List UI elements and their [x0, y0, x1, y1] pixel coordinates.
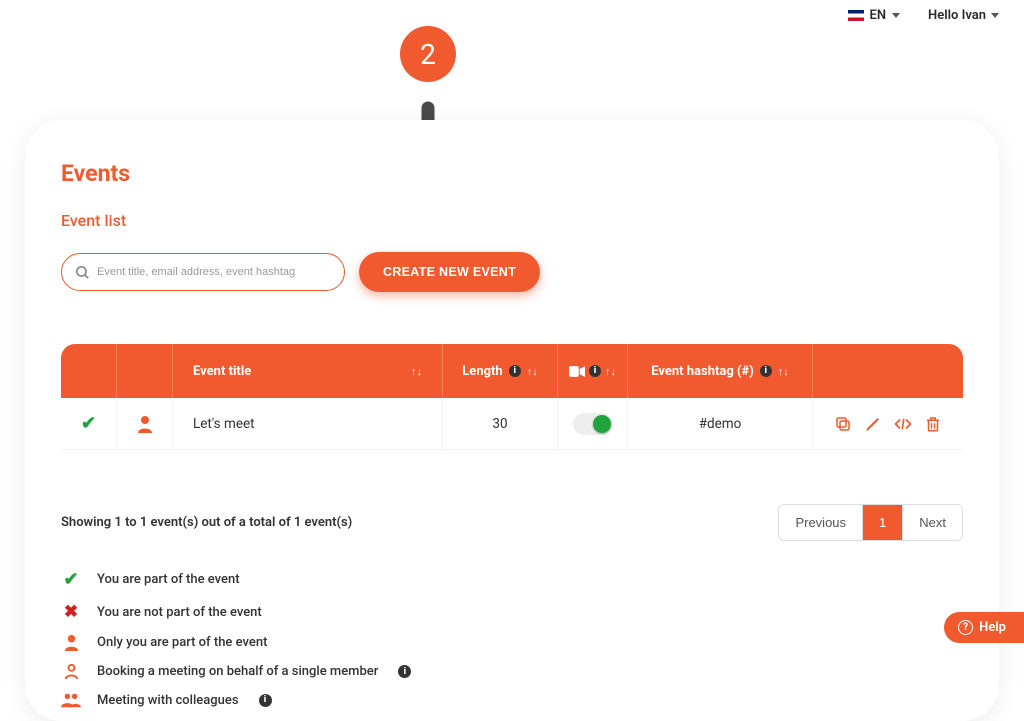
chevron-down-icon: [991, 13, 999, 18]
legend-behalf-single: Booking a meeting on behalf of a single …: [97, 664, 378, 679]
sort-icon[interactable]: ↑↓: [778, 365, 789, 378]
help-button[interactable]: ? Help: [944, 612, 1024, 643]
video-icon: [569, 366, 585, 377]
page-title: Events: [61, 160, 963, 187]
sort-icon[interactable]: ↑↓: [411, 365, 422, 378]
header-length: Length: [462, 364, 502, 379]
embed-code-icon[interactable]: [894, 415, 912, 433]
cell-hashtag: #demo: [699, 416, 742, 432]
person-solo-icon: [137, 415, 153, 433]
sort-icon[interactable]: ↑↓: [527, 365, 538, 378]
trash-icon[interactable]: [924, 415, 942, 433]
x-icon: ✖: [61, 602, 81, 622]
next-button[interactable]: Next: [903, 505, 962, 540]
user-greeting-text: Hello Ivan: [928, 8, 986, 23]
people-group-icon: [61, 692, 81, 708]
help-label: Help: [979, 620, 1006, 635]
legend-member: You are part of the event: [97, 572, 240, 587]
legend-row: Meeting with colleagues i: [61, 692, 963, 708]
language-switch[interactable]: EN: [848, 8, 901, 23]
check-icon: ✔: [81, 413, 96, 434]
table-header-row: Event title ↑↓ Length i ↑↓ i ↑↓ Event ha…: [61, 344, 963, 398]
header-hashtag: Event hashtag (#): [651, 364, 754, 379]
sort-icon[interactable]: ↑↓: [605, 365, 616, 378]
search-field-wrap: [61, 253, 345, 291]
language-code: EN: [870, 8, 887, 23]
header-title: Event title: [193, 364, 251, 379]
info-icon[interactable]: i: [589, 365, 601, 377]
events-table: Event title ↑↓ Length i ↑↓ i ↑↓ Event ha…: [61, 344, 963, 450]
cell-title[interactable]: Let's meet: [193, 416, 255, 432]
create-event-button[interactable]: CREATE NEW EVENT: [359, 252, 540, 292]
legend-not-member: You are not part of the event: [97, 605, 262, 620]
info-icon[interactable]: i: [259, 694, 272, 707]
callout-badge-create: 2: [400, 26, 456, 82]
events-card: Events Event list CREATE NEW EVENT Event…: [25, 120, 999, 721]
cell-length: 30: [492, 416, 507, 432]
legend-colleagues: Meeting with colleagues: [97, 693, 239, 708]
person-solo-icon: [61, 634, 81, 651]
legend-only-you: Only you are part of the event: [97, 635, 267, 650]
legend-row: Only you are part of the event: [61, 634, 963, 651]
prev-button[interactable]: Previous: [779, 505, 862, 540]
search-input[interactable]: [97, 266, 332, 278]
legend-row: ✖ You are not part of the event: [61, 602, 963, 622]
info-icon[interactable]: i: [398, 665, 411, 678]
pagination-summary: Showing 1 to 1 event(s) out of a total o…: [61, 515, 352, 530]
question-icon: ?: [958, 620, 973, 635]
user-menu[interactable]: Hello Ivan: [928, 8, 999, 23]
legend: ✔ You are part of the event ✖ You are no…: [61, 569, 963, 708]
check-icon: ✔: [61, 569, 81, 590]
info-icon[interactable]: i: [760, 365, 772, 377]
callout-number: 2: [420, 38, 436, 71]
person-outline-icon: [61, 663, 81, 680]
table-row: ✔ Let's meet 30 #demo: [61, 398, 963, 450]
video-toggle[interactable]: [573, 413, 613, 435]
legend-row: ✔ You are part of the event: [61, 569, 963, 590]
edit-icon[interactable]: [864, 415, 882, 433]
pager: Previous 1 Next: [778, 504, 963, 541]
flag-uk-icon: [848, 10, 864, 21]
page-subtitle: Event list: [61, 211, 963, 230]
info-icon[interactable]: i: [509, 365, 521, 377]
page-1-button[interactable]: 1: [862, 505, 903, 540]
chevron-down-icon: [892, 13, 900, 18]
search-icon: [74, 264, 91, 281]
legend-row: Booking a meeting on behalf of a single …: [61, 663, 963, 680]
duplicate-icon[interactable]: [834, 415, 852, 433]
